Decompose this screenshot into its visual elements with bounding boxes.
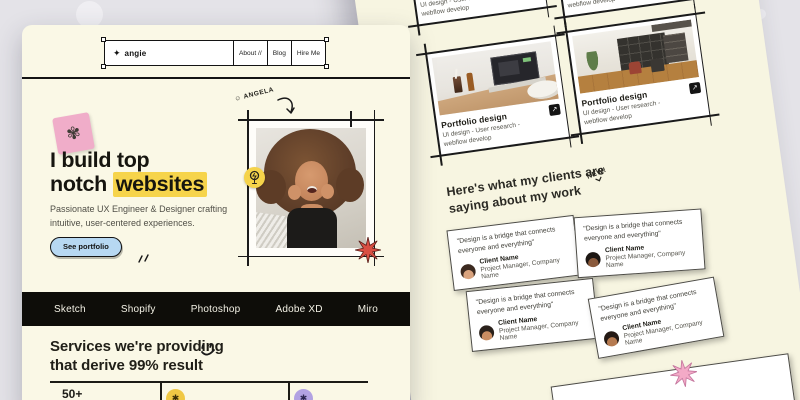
nav-item-blog[interactable]: Blog [267,41,291,65]
arrow-link-icon[interactable]: ↗ [689,82,701,94]
testimonial-card: "Design is a bridge that connects everyo… [588,277,725,359]
client-avatar [585,251,601,267]
hero-photo [256,128,366,248]
selection-handle[interactable] [324,64,329,69]
arrow-link-icon[interactable]: ↗ [548,104,560,116]
portfolio-card-image-workspace [432,41,559,115]
stats-divider-line [50,381,368,383]
smiley-doodle-icon [199,343,219,359]
navigation-bar: ✦ angie About // Blog Hire Me [104,40,326,66]
curved-arrow-doodle-icon [276,97,298,117]
skill-item-sketch: Sketch [54,304,86,315]
skill-item-photoshop: Photoshop [191,304,241,315]
selection-handle[interactable] [101,64,106,69]
chair-graphic [628,61,642,75]
header-divider-line [22,77,410,79]
side-shelf-graphic [663,33,689,64]
lightbulb-sticker-icon [244,167,265,188]
bottle-graphic [466,72,474,91]
crop-mark-tick [350,111,352,127]
testimonial-card: "Design is a bridge that connects everyo… [446,215,580,291]
selection-handle[interactable] [324,37,329,42]
hero-photo-frame [247,119,375,257]
skills-marquee-bar: Sketch Shopify Photoshop Adobe XD Miro [22,292,410,326]
photo-clothing-graphic [287,208,337,248]
testimonial-card: "Design is a bridge that connects everyo… [466,278,600,352]
plant-graphic [584,51,601,75]
ceiling-beam-graphic [651,20,692,32]
portfolio-subtitle-line2: webflow develop [567,0,616,9]
photo-caption-angela: ☺ ANGELA [234,86,275,103]
client-avatar [478,324,494,340]
photo-hair-graphic [336,168,364,202]
service-star-icon-yellow: ✱ [166,389,185,400]
hero-title-line2: notch websites [50,172,207,196]
clients-section-heading: Here's what my clients are saying about … [445,162,607,217]
crop-mark-line [247,110,249,266]
client-avatar [603,330,620,347]
laptop-ui-accent [523,57,531,62]
logo-star-icon: ✦ [113,48,121,59]
portfolio-card[interactable]: Portfolio design UI design - User resear… [565,13,710,135]
mockup-canvas: Portfolio design UI design - User resear… [0,0,800,400]
photo-hand-graphic [321,184,334,199]
chair-graphic [650,58,665,73]
down-chevron-doodle-icon [594,175,603,183]
stats-column-divider [160,381,162,400]
skill-item-adobe-xd: Adobe XD [275,304,322,315]
skill-item-miro: Miro [358,304,378,315]
testimonial-card: "Design is a bridge that connects everyo… [574,208,706,278]
hero-subtitle: Passionate UX Engineer & Designer crafti… [50,203,238,230]
flower-doodle-icon: ✾ [65,122,83,144]
laptop-ui-graphic [498,60,520,77]
nav-item-about[interactable]: About // [233,41,267,65]
stat-value: 50+ [62,387,82,400]
client-avatar [460,263,477,280]
hero-title-highlight: websites [113,172,207,197]
background-circle-decoration [76,1,103,28]
hero-title-line1: I build top [50,148,207,172]
photo-hand-graphic [288,185,301,200]
services-heading: Services we're providing that derive 99%… [50,337,224,375]
portfolio-card-image-office [572,20,699,94]
see-portfolio-button[interactable]: See portfolio [50,237,122,257]
crop-mark-line [238,119,384,121]
selection-handle[interactable] [101,37,106,42]
logo[interactable]: ✦ angie [105,41,233,65]
service-star-icon-purple: ✱ [294,389,313,400]
hero-title-prefix: notch [50,172,113,196]
smiley-glyph-icon: ☺ [234,94,243,103]
testimonial-quote: "Design is a bridge that connects everyo… [583,217,694,244]
photo-caption-text: ANGELA [243,86,275,100]
nav-item-hire-me[interactable]: Hire Me [291,41,325,65]
pink-starburst-icon [668,358,698,388]
stats-column-divider [288,381,290,400]
services-heading-line1: Services we're providing [50,337,224,356]
hero-title: I build top notch websites [50,148,207,197]
red-starburst-icon [355,237,381,263]
logo-text: angie [125,49,147,58]
services-heading-line2: that derive 99% result [50,356,224,375]
portfolio-hero-panel: ✦ angie About // Blog Hire Me ✾ I build … [22,25,410,400]
portfolio-card-subtitle: UI design - User research -webflow devel… [420,0,500,20]
skill-item-shopify: Shopify [121,304,156,315]
sparkle-doodle-icon [136,251,150,263]
portfolio-card[interactable]: Portfolio design UI design - User resear… [425,34,570,156]
photo-smile-graphic [307,186,317,193]
portfolio-card[interactable]: Portfolio design UI design - User resear… [403,0,548,27]
